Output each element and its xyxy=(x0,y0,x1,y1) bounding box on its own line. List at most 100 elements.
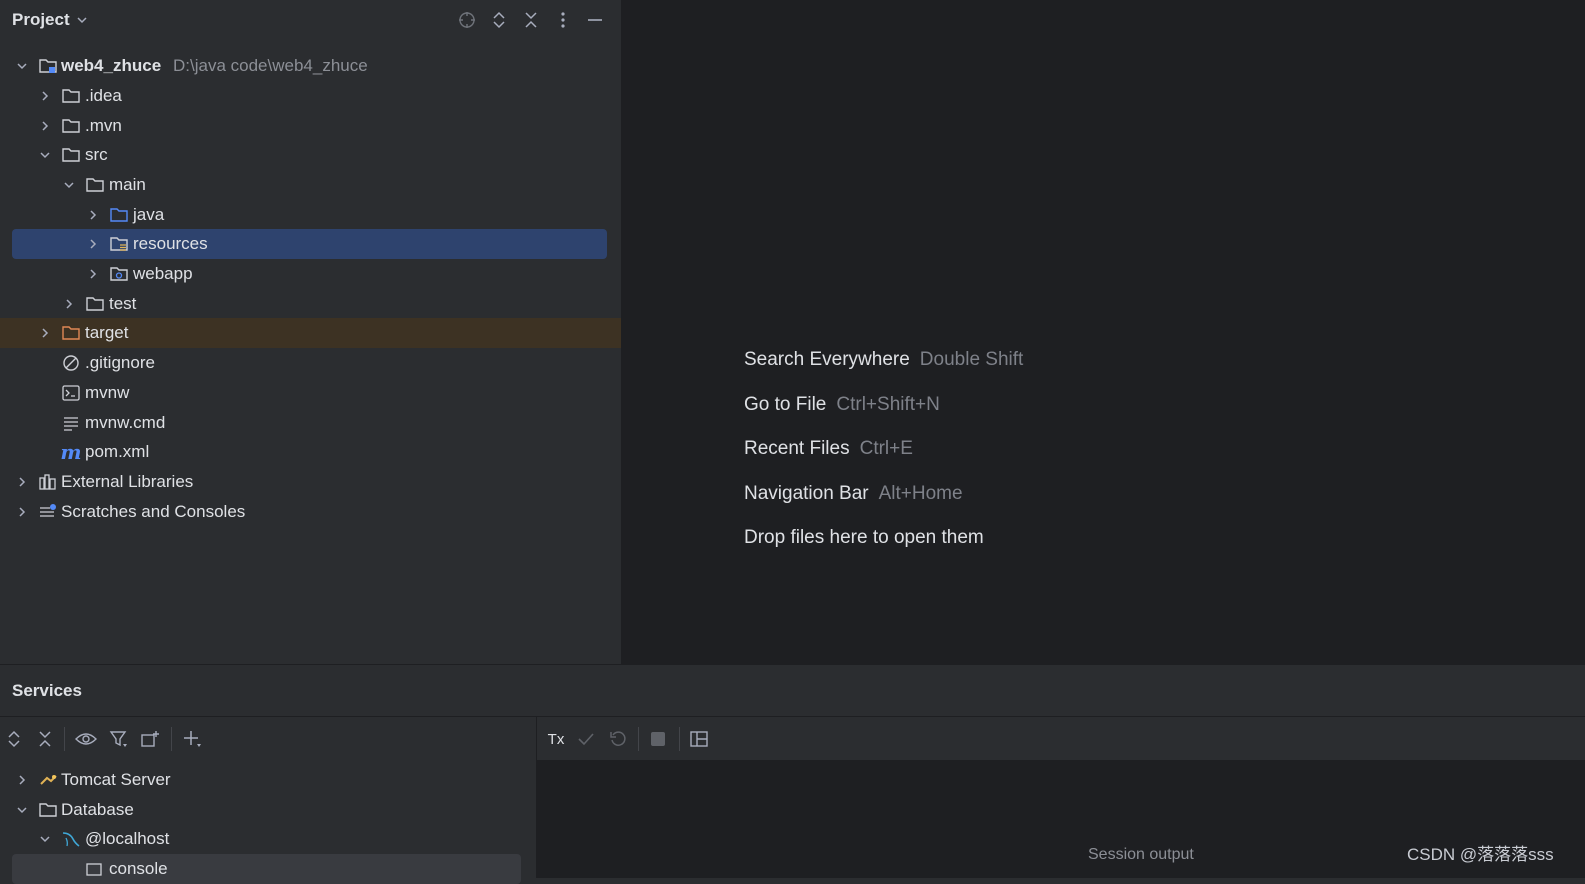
text-file-icon xyxy=(61,413,81,433)
tree-item-mvn[interactable]: .mvn xyxy=(0,111,621,141)
collapse-all-icon[interactable] xyxy=(33,727,57,751)
service-item-tomcat[interactable]: Tomcat Server xyxy=(0,765,536,795)
tree-item-main[interactable]: main xyxy=(0,170,621,200)
chevron-right-icon[interactable] xyxy=(86,208,100,222)
chevron-down-icon[interactable] xyxy=(62,178,76,192)
tree-item-label: main xyxy=(109,175,146,194)
tree-item-mvnw[interactable]: mvnw xyxy=(0,378,621,408)
chevron-right-icon[interactable] xyxy=(15,505,29,519)
tree-item-test[interactable]: test xyxy=(0,289,621,319)
hint-recent-files: Recent Files Ctrl+E xyxy=(744,438,913,460)
chevron-right-icon[interactable] xyxy=(38,119,52,133)
toolbar-separator xyxy=(64,727,65,751)
new-tab-icon[interactable] xyxy=(138,727,162,751)
chevron-right-icon[interactable] xyxy=(38,326,52,340)
module-folder-icon xyxy=(38,56,58,76)
service-item-console[interactable]: console xyxy=(0,854,536,884)
tree-item-label: mvnw.cmd xyxy=(85,413,166,432)
layout-icon[interactable] xyxy=(687,727,711,751)
project-panel: Project web4_zhuce D:\java code\web4_zhu… xyxy=(0,0,621,663)
tree-item-resources[interactable]: resources xyxy=(0,229,621,259)
expand-all-icon[interactable] xyxy=(488,9,510,31)
resources-folder-icon xyxy=(109,234,129,254)
services-tree: Tomcat Server Database @localhost consol… xyxy=(0,760,536,884)
hint-search-everywhere: Search Everywhere Double Shift xyxy=(744,349,1023,371)
tree-item-label: src xyxy=(85,145,108,164)
hint-action: Drop files here to open them xyxy=(744,527,984,548)
collapse-all-icon[interactable] xyxy=(520,9,542,31)
project-view-selector[interactable]: Project xyxy=(12,10,88,30)
web-folder-icon xyxy=(109,264,129,284)
source-folder-icon xyxy=(109,205,129,225)
console-icon xyxy=(85,859,105,879)
hint-shortcut: Alt+Home xyxy=(878,483,963,504)
chevron-right-icon[interactable] xyxy=(62,297,76,311)
editor-area[interactable] xyxy=(622,0,1585,664)
folder-icon xyxy=(85,175,105,195)
tree-item-label: target xyxy=(85,323,129,342)
chevron-down-icon[interactable] xyxy=(15,803,29,817)
hint-action: Search Everywhere xyxy=(744,349,910,370)
shell-script-icon xyxy=(61,383,81,403)
tree-item-label: pom.xml xyxy=(85,442,150,461)
folder-icon xyxy=(85,294,105,314)
eye-icon[interactable] xyxy=(74,727,98,751)
tree-item-src[interactable]: src xyxy=(0,140,621,170)
tree-item-label: External Libraries xyxy=(61,472,194,491)
chevron-right-icon[interactable] xyxy=(15,475,29,489)
hide-panel-icon[interactable] xyxy=(584,9,606,31)
tree-item-java[interactable]: java xyxy=(0,200,621,230)
tomcat-icon xyxy=(38,770,58,790)
hint-go-to-file: Go to File Ctrl+Shift+N xyxy=(744,394,940,416)
services-title: Services xyxy=(12,681,82,700)
stop-icon[interactable] xyxy=(646,727,670,751)
hint-drop-files: Drop files here to open them xyxy=(744,527,984,549)
expand-all-icon[interactable] xyxy=(2,727,26,751)
chevron-right-icon[interactable] xyxy=(86,267,100,281)
rollback-icon[interactable] xyxy=(606,727,630,751)
tree-item-pom-xml[interactable]: m pom.xml xyxy=(0,437,621,467)
tree-item-label: webapp xyxy=(133,264,193,283)
chevron-down-icon[interactable] xyxy=(15,59,29,73)
selection-highlight xyxy=(12,229,607,259)
toolbar-separator xyxy=(638,727,639,751)
watermark: CSDN @落落落sss xyxy=(1407,845,1554,864)
tree-item-label: java xyxy=(133,205,165,224)
tree-item-webapp[interactable]: webapp xyxy=(0,259,621,289)
hint-shortcut: Ctrl+Shift+N xyxy=(836,394,940,415)
tree-item-label: @localhost xyxy=(85,829,170,848)
chevron-right-icon[interactable] xyxy=(38,89,52,103)
locate-icon[interactable] xyxy=(456,9,478,31)
commit-icon[interactable] xyxy=(574,727,598,751)
tree-item-web4-zhuce[interactable]: web4_zhuce D:\java code\web4_zhuce xyxy=(0,51,621,81)
add-icon[interactable] xyxy=(180,727,204,751)
hint-action: Go to File xyxy=(744,394,827,415)
chevron-right-icon[interactable] xyxy=(15,773,29,787)
tx-label: Tx xyxy=(547,730,565,748)
tree-item-mvnw-cmd[interactable]: mvnw.cmd xyxy=(0,408,621,438)
more-options-icon[interactable] xyxy=(552,9,574,31)
filter-icon[interactable] xyxy=(107,727,131,751)
chevron-down-icon[interactable] xyxy=(38,832,52,846)
service-item-database[interactable]: Database xyxy=(0,795,536,825)
ignore-file-icon xyxy=(61,353,81,373)
transaction-mode-button[interactable]: Tx xyxy=(543,727,569,751)
tree-item-label: mvnw xyxy=(85,383,130,402)
tree-item-idea[interactable]: .idea xyxy=(0,81,621,111)
tree-item-label: Database xyxy=(61,800,134,819)
hint-action: Recent Files xyxy=(744,438,850,459)
chevron-down-icon[interactable] xyxy=(38,148,52,162)
service-item-localhost[interactable]: @localhost xyxy=(0,824,536,854)
tree-item-scratches[interactable]: Scratches and Consoles xyxy=(0,497,621,527)
tree-item-gitignore[interactable]: .gitignore xyxy=(0,348,621,378)
libraries-icon xyxy=(38,472,58,492)
tree-item-label: console xyxy=(109,859,168,878)
tree-item-external-libraries[interactable]: External Libraries xyxy=(0,467,621,497)
tree-item-label: test xyxy=(109,294,137,313)
folder-icon xyxy=(61,116,81,136)
tree-item-target[interactable]: target xyxy=(0,318,621,348)
scratches-icon xyxy=(38,502,58,522)
chevron-right-icon[interactable] xyxy=(86,237,100,251)
folder-icon xyxy=(38,800,58,820)
maven-icon: m xyxy=(60,440,82,464)
